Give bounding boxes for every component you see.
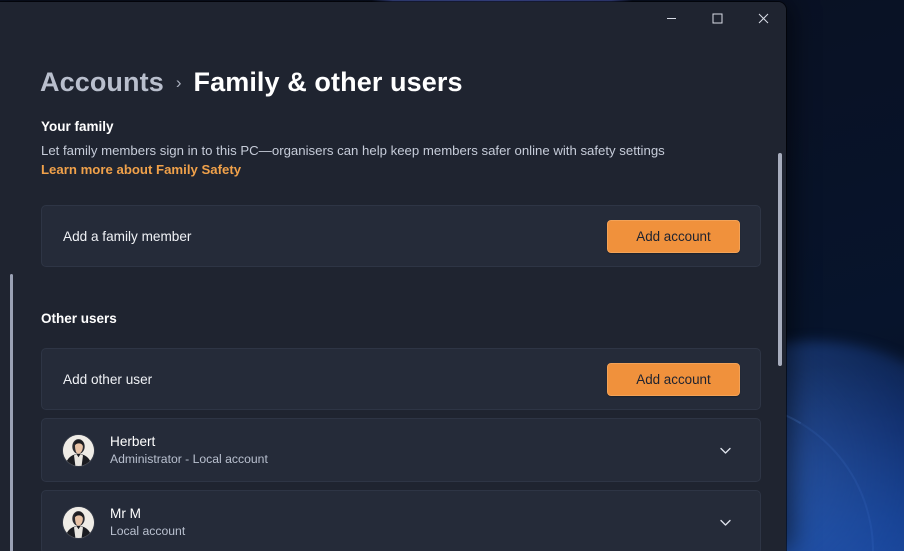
family-description-text: Let family members sign in to this PC—or…	[41, 143, 665, 158]
learn-more-family-safety-link[interactable]: Learn more about Family Safety	[41, 162, 241, 177]
add-other-user-card: Add other user Add account	[41, 348, 761, 410]
add-other-user-account-button[interactable]: Add account	[607, 362, 740, 396]
title-bar[interactable]	[0, 2, 786, 35]
add-family-member-label: Add a family member	[63, 228, 192, 244]
user-detail: Administrator - Local account	[110, 451, 268, 466]
content-scrollbar-thumb[interactable]	[778, 153, 782, 366]
user-text: Mr M Local account	[110, 506, 185, 539]
avatar	[63, 434, 94, 466]
avatar	[63, 506, 94, 538]
settings-content-area: Accounts › Family & other users Your fam…	[0, 35, 786, 551]
desktop-background: Accounts › Family & other users Your fam…	[0, 0, 904, 551]
chevron-down-icon	[719, 519, 731, 526]
other-users-heading: Other users	[41, 311, 117, 326]
user-detail: Local account	[110, 523, 186, 538]
settings-window: Accounts › Family & other users Your fam…	[0, 2, 786, 551]
add-other-user-label: Add other user	[63, 371, 153, 387]
close-button[interactable]	[740, 2, 786, 35]
user-name: Mr M	[110, 505, 141, 521]
user-photo-icon	[63, 434, 94, 466]
add-family-member-card: Add a family member Add account	[41, 205, 761, 267]
minimize-button[interactable]	[648, 2, 694, 35]
user-info: Mr M Local account	[63, 506, 185, 539]
your-family-heading: Your family	[41, 119, 114, 134]
close-icon	[758, 13, 768, 24]
user-row-mr-m[interactable]: Mr M Local account	[41, 490, 761, 551]
sidebar-scrollbar[interactable]	[8, 274, 14, 551]
content-scrollbar[interactable]	[774, 68, 786, 551]
minimize-icon	[666, 18, 676, 19]
add-family-account-button[interactable]: Add account	[607, 219, 740, 253]
maximize-button[interactable]	[694, 2, 740, 35]
page-title: Family & other users	[193, 66, 463, 97]
user-text: Herbert Administrator - Local account	[110, 434, 268, 467]
user-row-herbert[interactable]: Herbert Administrator - Local account	[41, 418, 761, 482]
breadcrumb: Accounts › Family & other users	[0, 45, 786, 103]
expand-user-chevron-down-icon[interactable]	[710, 435, 740, 465]
sidebar-scrollbar-thumb[interactable]	[10, 274, 13, 551]
user-info: Herbert Administrator - Local account	[63, 434, 268, 467]
chevron-down-icon	[719, 447, 731, 454]
expand-user-chevron-down-icon[interactable]	[710, 507, 740, 537]
breadcrumb-link-accounts[interactable]: Accounts	[40, 67, 164, 98]
user-name: Herbert	[110, 433, 156, 449]
maximize-icon	[712, 13, 722, 24]
user-photo-icon	[63, 506, 94, 538]
breadcrumb-chevron-icon: ›	[175, 73, 182, 92]
family-description: Let family members sign in to this PC—or…	[0, 134, 715, 179]
